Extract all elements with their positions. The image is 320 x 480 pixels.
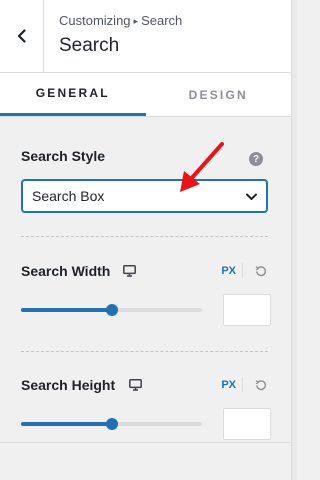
width-unit-toggle[interactable]: PX: [221, 265, 236, 277]
search-style-value: Search Box: [32, 188, 105, 204]
breadcrumb: Customizing ▸ Search: [59, 13, 182, 28]
search-width-label: Search Width: [21, 263, 111, 279]
search-width-input[interactable]: [223, 294, 271, 326]
tab-general[interactable]: General: [0, 73, 146, 116]
height-unit-toggle[interactable]: PX: [221, 379, 236, 391]
monitor-icon[interactable]: [123, 265, 136, 277]
search-height-input[interactable]: [223, 408, 271, 440]
search-style-label: Search Style: [21, 148, 106, 164]
slider-thumb[interactable]: [105, 304, 118, 316]
search-height-header: Search Height PX: [21, 377, 271, 397]
slider-thumb[interactable]: [105, 418, 118, 430]
tab-bar: General Design: [0, 73, 291, 117]
unit-divider: [242, 377, 243, 392]
search-height-slider[interactable]: [21, 418, 202, 430]
panel-header: Customizing ▸ Search Search: [0, 0, 291, 73]
breadcrumb-current: Search: [141, 13, 183, 28]
breadcrumb-parent: Customizing: [59, 13, 131, 28]
back-button[interactable]: [0, 0, 44, 72]
tab-design[interactable]: Design: [146, 73, 292, 116]
search-style-section: Search Style: [21, 148, 268, 172]
breadcrumb-separator-icon: ▸: [133, 16, 139, 26]
section-divider: [21, 351, 268, 352]
monitor-icon[interactable]: [129, 379, 142, 391]
help-icon[interactable]: ?: [249, 152, 263, 166]
slider-fill: [21, 422, 112, 426]
section-divider: [21, 236, 268, 237]
slider-fill: [21, 308, 112, 312]
scrollbar[interactable]: [291, 0, 297, 480]
reset-icon[interactable]: [255, 379, 267, 391]
search-height-label: Search Height: [21, 377, 116, 393]
back-chevron-icon: [17, 29, 26, 43]
section-divider: [0, 442, 291, 443]
search-width-header: Search Width PX: [21, 263, 271, 283]
unit-divider: [242, 263, 243, 278]
chevron-down-icon: [246, 193, 257, 200]
search-width-slider[interactable]: [21, 304, 202, 316]
search-style-select[interactable]: Search Box: [21, 179, 268, 213]
reset-icon[interactable]: [255, 265, 267, 277]
page-title: Search: [59, 35, 120, 56]
